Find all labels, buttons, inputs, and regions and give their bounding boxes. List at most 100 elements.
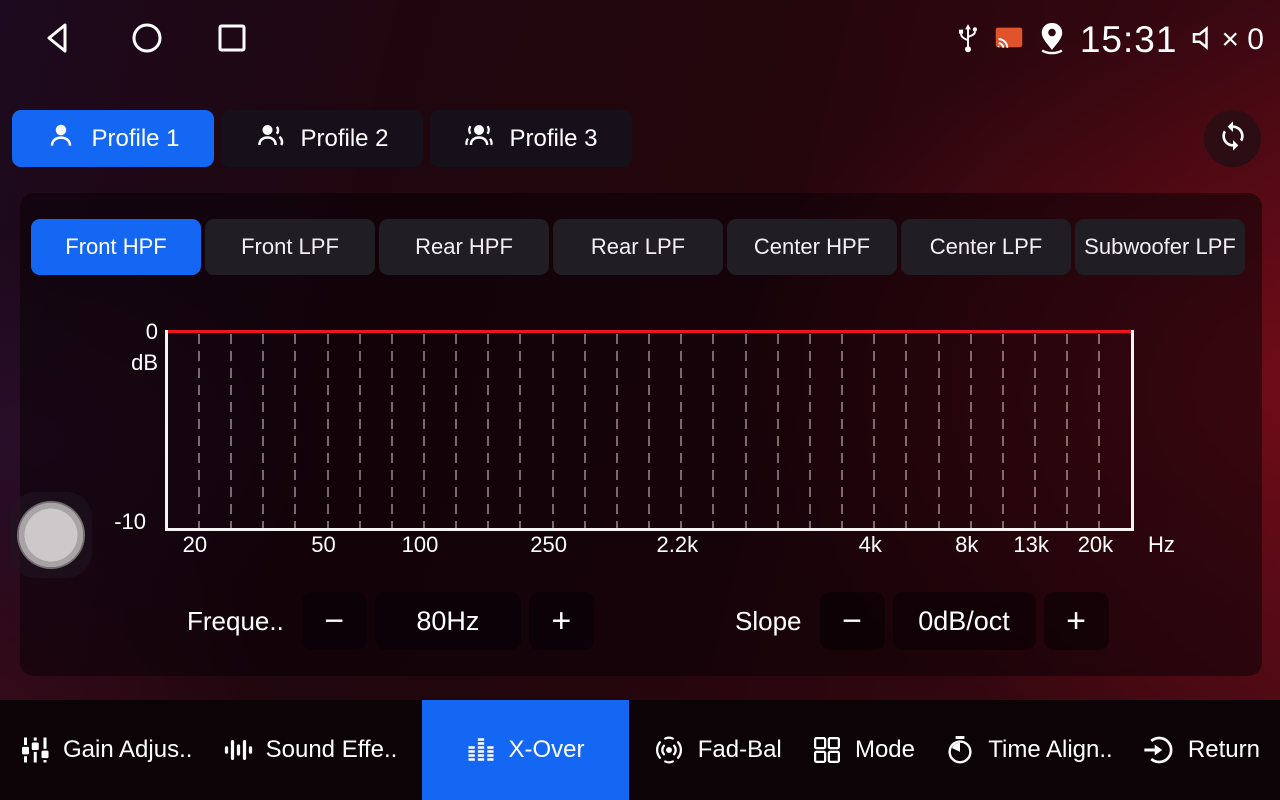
filter-tab-front-hpf[interactable]: Front HPF [31,219,201,275]
chart-gridline [1098,334,1100,528]
user-icon [46,120,76,157]
nav-item-label: Sound Effe.. [266,736,398,764]
slope-control: Slope − 0dB/oct + [735,592,1109,650]
knob-icon [17,501,85,569]
nav-item-gain-adjust[interactable]: Gain Adjus.. [14,700,198,800]
chart-plot [165,330,1134,531]
chart-gridline [905,334,907,528]
filter-tab-rear-lpf[interactable]: Rear LPF [553,219,723,275]
chart-gridline [230,334,232,528]
status-bar: 15:31 × 0 [954,12,1264,68]
recents-icon[interactable] [216,22,248,54]
filter-tab-center-lpf[interactable]: Center LPF [901,219,1071,275]
profile-tabs: Profile 1 Profile 2 Profile [12,110,632,167]
x-tick-label: 50 [311,532,335,558]
chart-gridline [423,334,425,528]
bottom-nav: Gain Adjus.. Sound Effe.. [0,700,1280,800]
refresh-icon [1217,120,1249,157]
chart-gridline [777,334,779,528]
nav-item-label: Return [1188,736,1260,764]
x-tick-label: 20k [1078,532,1113,558]
chart-gridline [970,334,972,528]
frequency-value: 80Hz [375,592,521,650]
chart-gridline [616,334,618,528]
chart-gridline [294,334,296,528]
x-tick-label: 8k [955,532,978,558]
chart-gridline [648,334,650,528]
chart-gridline [1034,334,1036,528]
nav-item-return[interactable]: Return [1137,700,1266,800]
y-axis-unit-label: dB [98,350,158,376]
chart-gridline [809,334,811,528]
chart-gridline [519,334,521,528]
chart-gridline [391,334,393,528]
slope-plus-button[interactable]: + [1044,592,1109,650]
chart-gridline [262,334,264,528]
nav-item-mode[interactable]: Mode [806,700,921,800]
x-tick-label: 20 [183,532,207,558]
x-tick-label: 2.2k [657,532,699,558]
profile-tab-label: Profile 3 [509,125,597,153]
nav-item-sound-effect[interactable]: Sound Effe.. [217,700,404,800]
xover-panel: Front HPFFront LPFRear HPFRear LPFCenter… [20,193,1262,676]
nav-item-fad-bal[interactable]: Fad-Bal [647,700,788,800]
clock: 15:31 [1080,19,1178,61]
location-icon [1036,21,1068,60]
filter-tabs: Front HPFFront LPFRear HPFRear LPFCenter… [31,219,1245,275]
volume-level: × 0 [1221,23,1264,57]
chart-gridline [1002,334,1004,528]
filter-tab-subwoofer-lpf[interactable]: Subwoofer LPF [1075,219,1245,275]
nav-item-label: Fad-Bal [698,736,782,764]
profile-tab-3[interactable]: Profile 3 [430,110,632,167]
x-tick-label: 100 [402,532,439,558]
profile-tab-label: Profile 1 [91,125,179,153]
profile-tab-1[interactable]: Profile 1 [12,110,214,167]
chart-gridline [487,334,489,528]
fad-bal-icon [653,734,685,766]
slope-label: Slope [735,606,802,637]
x-tick-label: 13k [1013,532,1048,558]
y-axis-label-top: 0 [98,319,158,345]
chart-gridline [584,334,586,528]
y-axis-label-bottom: -10 [86,509,146,535]
sound-effect-icon [223,735,253,765]
chart-gridline [938,334,940,528]
usb-icon [954,23,982,58]
x-axis-unit-label: Hz [1148,532,1175,558]
xover-eq-icon [466,735,496,765]
head-unit-screen: 15:31 × 0 Profile 1 [0,0,1280,800]
chart-gridline [680,334,682,528]
cast-icon [994,25,1024,56]
chart-gridline [1066,334,1068,528]
frequency-plus-button[interactable]: + [529,592,594,650]
time-align-icon [945,735,975,765]
return-icon [1143,734,1175,766]
refresh-button[interactable] [1204,110,1261,167]
profile-tab-2[interactable]: Profile 2 [221,110,423,167]
users-group-icon [464,120,494,157]
profile-tab-label: Profile 2 [300,125,388,153]
filter-tab-center-hpf[interactable]: Center HPF [727,219,897,275]
nav-item-label: Gain Adjus.. [63,736,192,764]
chart-x-labels: 20501002502.2k4k8k13k20k [165,532,1128,560]
frequency-minus-button[interactable]: − [302,592,367,650]
android-nav-bar [42,20,248,56]
back-icon[interactable] [42,20,78,56]
frequency-control: Freque.. − 80Hz + [187,592,594,650]
gain-sliders-icon [20,735,50,765]
volume-status: × 0 [1189,23,1264,58]
home-icon[interactable] [130,21,164,55]
filter-tab-rear-hpf[interactable]: Rear HPF [379,219,549,275]
chart-gridline [745,334,747,528]
nav-item-label: Mode [855,736,915,764]
chart-gridline [873,334,875,528]
chart-gridline [455,334,457,528]
chart-gridline [359,334,361,528]
nav-item-time-align[interactable]: Time Align.. [939,700,1119,800]
nav-item-xover[interactable]: X-Over [422,700,629,800]
filter-tab-front-lpf[interactable]: Front LPF [205,219,375,275]
floating-assist-button[interactable] [10,492,92,578]
chart-gridline [712,334,714,528]
slope-minus-button[interactable]: − [820,592,885,650]
x-tick-label: 250 [530,532,567,558]
